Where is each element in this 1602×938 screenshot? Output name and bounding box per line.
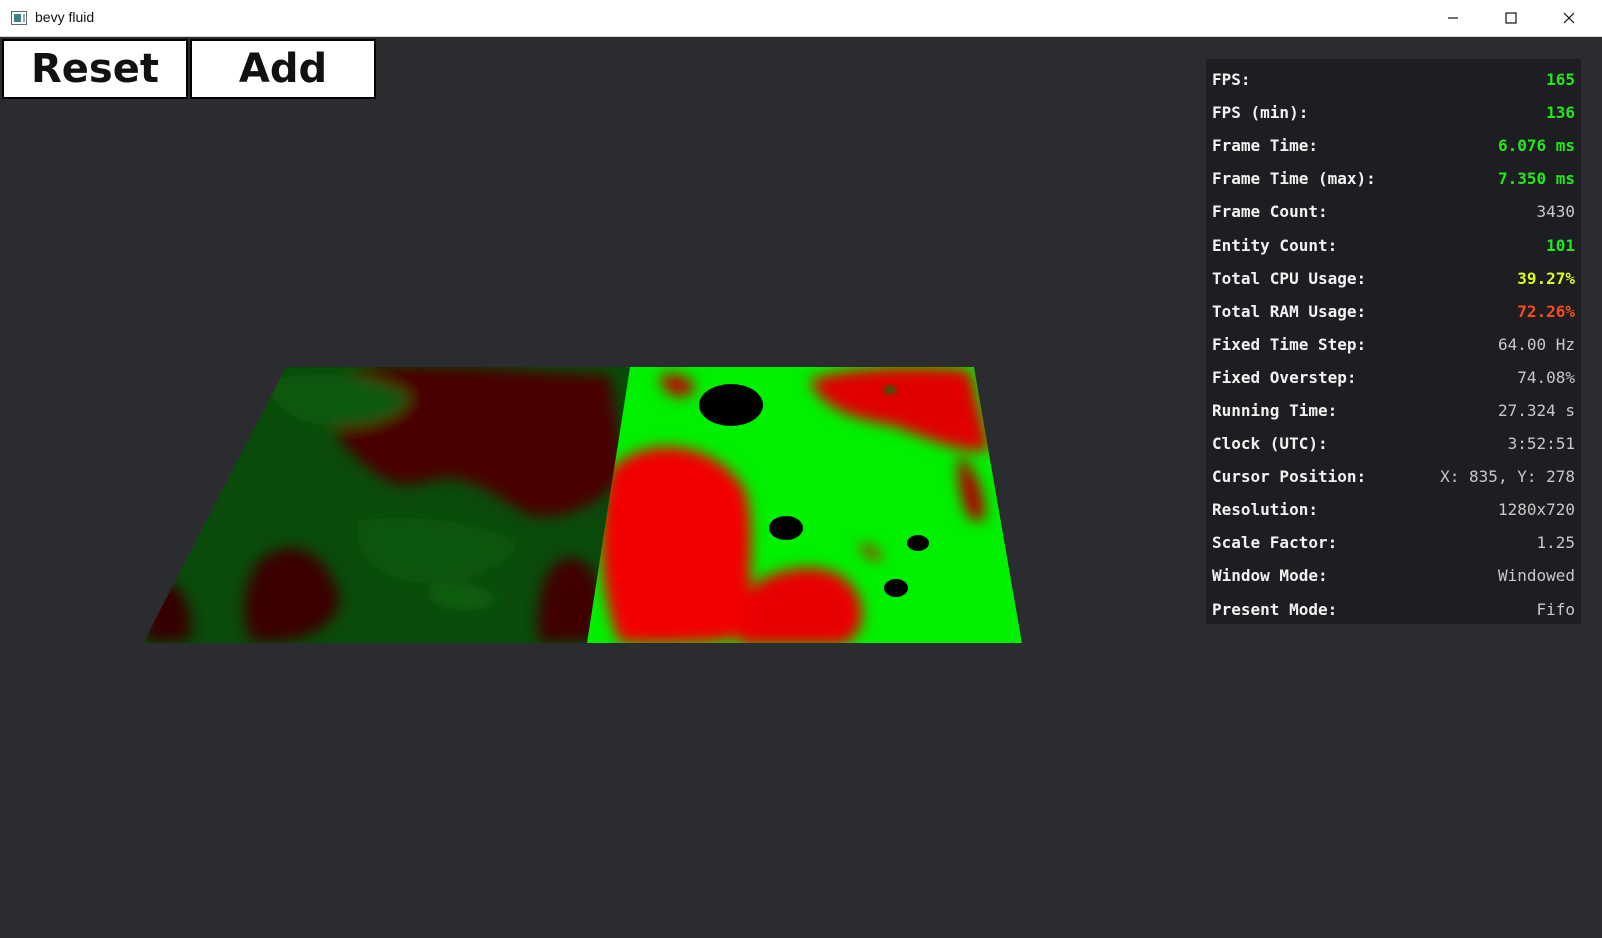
add-button[interactable]: Add — [190, 39, 376, 99]
stat-value: 136 — [1546, 103, 1575, 123]
stat-row: Scale Factor: 1.25 — [1212, 526, 1575, 559]
stat-row: Entity Count: 101 — [1212, 228, 1575, 261]
stat-value: 64.00 Hz — [1497, 334, 1575, 354]
stat-value: 72.26% — [1517, 301, 1575, 321]
stat-value: 74.08% — [1517, 367, 1575, 387]
stat-row: Resolution: 1280x720 — [1212, 493, 1575, 526]
stat-row: Cursor Position: X: 835, Y: 278 — [1212, 460, 1575, 493]
app-window-icon — [11, 11, 27, 25]
stat-row: Total CPU Usage: 39.27% — [1212, 262, 1575, 295]
stat-value: 7.350 ms — [1497, 169, 1575, 189]
stat-row: FPS: 165 — [1212, 63, 1575, 96]
stat-row: Running Time: 27.324 s — [1212, 394, 1575, 427]
stat-label: Frame Time (max): — [1212, 169, 1376, 189]
window-title-bar[interactable]: bevy fluid — [0, 0, 1602, 37]
stat-value: 27.324 s — [1497, 400, 1575, 420]
reset-button[interactable]: Reset — [2, 39, 188, 99]
stat-value: 3:52:51 — [1507, 434, 1575, 454]
stat-label: Clock (UTC): — [1212, 434, 1328, 454]
stat-row: Frame Time (max): 7.350 ms — [1212, 162, 1575, 195]
stat-value: 6.076 ms — [1497, 136, 1575, 156]
stat-label: FPS: — [1212, 70, 1251, 90]
stat-row: Frame Time: 6.076 ms — [1212, 129, 1575, 162]
stat-value: 1.25 — [1536, 533, 1575, 553]
stat-label: Cursor Position: — [1212, 467, 1367, 487]
minimize-button[interactable] — [1424, 0, 1482, 36]
stat-value: 101 — [1546, 235, 1575, 255]
stat-label: Present Mode: — [1212, 599, 1338, 619]
stat-row: Window Mode: Windowed — [1212, 559, 1575, 592]
stat-label: Frame Time: — [1212, 136, 1318, 156]
stat-row: Total RAM Usage: 72.26% — [1212, 295, 1575, 328]
stat-row: Fixed Overstep: 74.08% — [1212, 361, 1575, 394]
stat-label: Fixed Time Step: — [1212, 334, 1367, 354]
maximize-icon — [1505, 12, 1517, 24]
stat-value: X: 835, Y: 278 — [1440, 467, 1575, 487]
stat-value: 3430 — [1536, 202, 1575, 222]
stat-value: Windowed — [1497, 566, 1575, 586]
stat-label: Entity Count: — [1212, 235, 1338, 255]
stat-label: Running Time: — [1212, 400, 1338, 420]
stat-label: Total RAM Usage: — [1212, 301, 1367, 321]
stat-label: Frame Count: — [1212, 202, 1328, 222]
stat-row: FPS (min): 136 — [1212, 96, 1575, 129]
diagnostics-overlay: FPS: 165 FPS (min): 136 Frame Time: 6.076 ms F… — [1206, 59, 1581, 624]
stat-row: Clock (UTC): 3:52:51 — [1212, 427, 1575, 460]
stat-row: Present Mode: Fifo — [1212, 593, 1575, 626]
render-viewport[interactable]: FPS: 165 FPS (min): 136 Frame Time: 6.076 ms F… — [0, 37, 1602, 938]
close-button[interactable] — [1540, 0, 1598, 36]
stat-value: 1280x720 — [1497, 500, 1575, 520]
minimize-icon — [1448, 17, 1458, 19]
stat-row: Frame Count: 3430 — [1212, 195, 1575, 228]
maximize-button[interactable] — [1482, 0, 1540, 36]
stat-label: Resolution: — [1212, 500, 1318, 520]
stat-label: FPS (min): — [1212, 103, 1309, 123]
close-icon — [1563, 12, 1575, 24]
stat-value: 165 — [1546, 70, 1575, 90]
stat-value: Fifo — [1536, 599, 1575, 619]
stat-label: Fixed Overstep: — [1212, 367, 1357, 387]
stat-label: Window Mode: — [1212, 566, 1328, 586]
window-title: bevy fluid — [35, 9, 95, 25]
stat-label: Scale Factor: — [1212, 533, 1338, 553]
stat-value: 39.27% — [1517, 268, 1575, 288]
stat-label: Total CPU Usage: — [1212, 268, 1367, 288]
stat-row: Fixed Time Step: 64.00 Hz — [1212, 328, 1575, 361]
